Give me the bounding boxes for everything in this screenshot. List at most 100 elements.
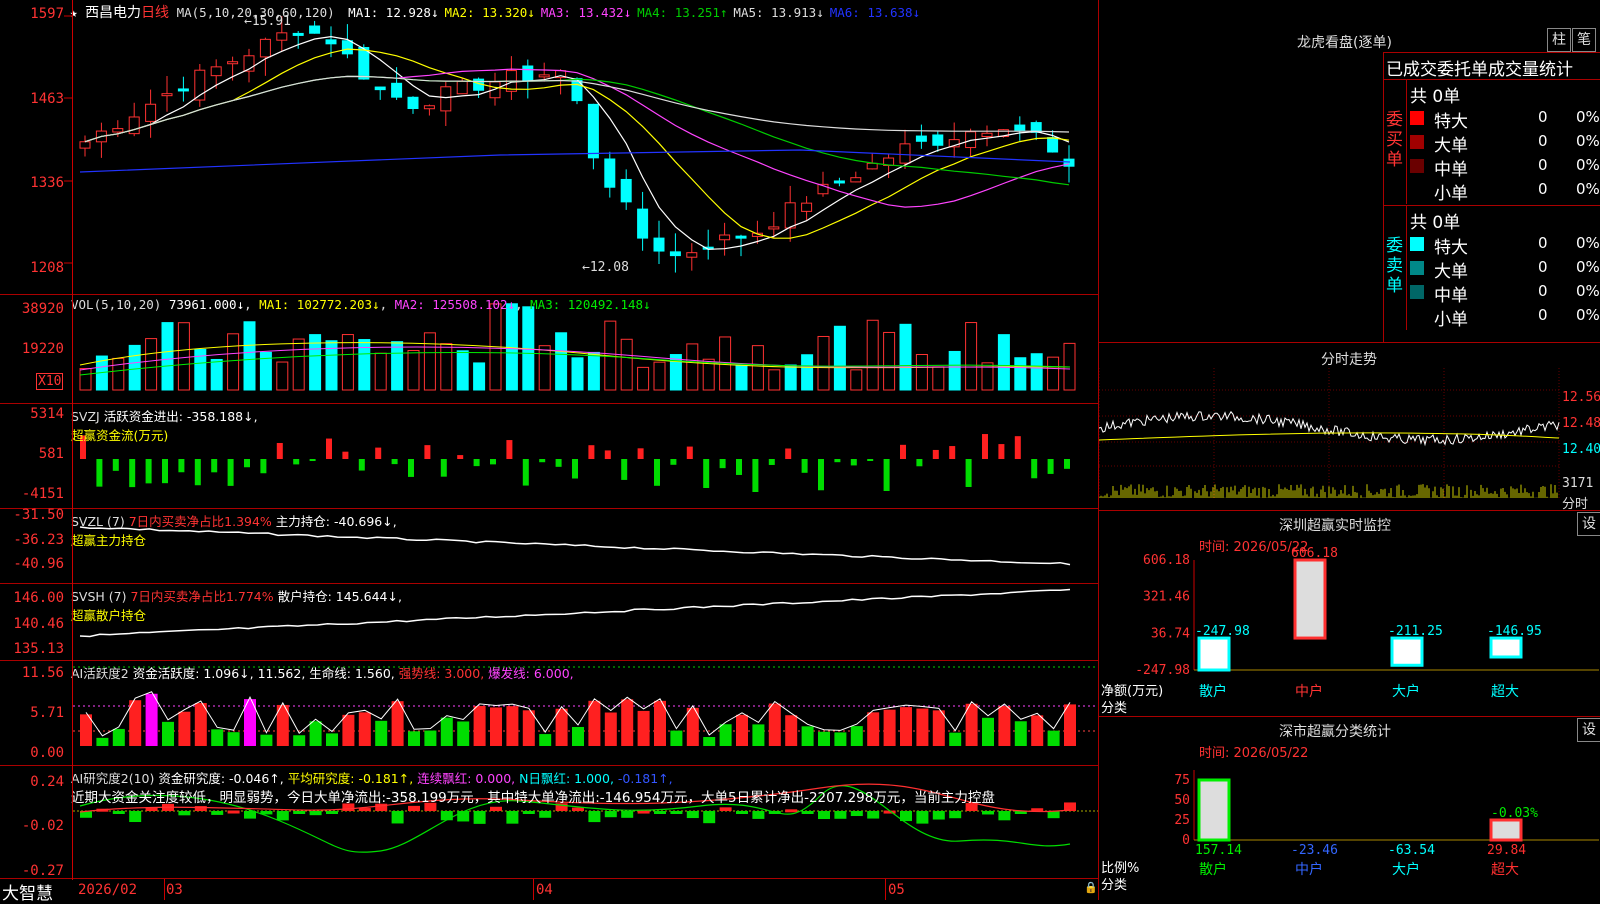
activity-bar: [375, 720, 388, 746]
volume-bar: [1047, 356, 1060, 391]
szcy-category-label: 中户: [1295, 683, 1323, 700]
research-bar: [244, 811, 256, 819]
period-label: 日线: [141, 5, 170, 21]
volume-bar: [374, 352, 387, 391]
buy-row: 小单 0 0%: [1408, 179, 1600, 204]
flow-bar: [178, 459, 185, 473]
left-axis-line: [72, 0, 73, 880]
volume-bar: [637, 366, 650, 391]
szcy-value-label: 606.18: [1291, 546, 1338, 561]
sell-row: 小单 0 0%: [1408, 305, 1600, 330]
buy-swatch: [1410, 159, 1424, 173]
activity-bar: [178, 711, 191, 746]
ma-value-4: MA4: 13.251↑: [637, 5, 728, 20]
activity-bar: [752, 724, 765, 746]
tick-view-button[interactable]: 笔: [1572, 28, 1596, 52]
flow-bar: [703, 459, 710, 488]
flow-bar: [801, 459, 808, 473]
candle-body: [522, 65, 534, 82]
research-bar: [670, 811, 683, 814]
flow-bar: [785, 448, 792, 459]
flow-bar: [818, 459, 824, 491]
activity-bar: [703, 737, 716, 746]
volume-bar: [407, 349, 420, 391]
candle-body: [161, 93, 173, 97]
svzj-header: SVZJ 活跃资金进出: -358.188↓, 超赢资金流(万元): [71, 406, 258, 444]
svsh-pane[interactable]: SVSH (7) 7日内买卖净占比1.774% 散户持仓: 145.644↓, …: [0, 584, 1098, 661]
date-sep-2: [533, 879, 534, 900]
buy-swatch: [1410, 111, 1424, 125]
candle-body: [227, 61, 239, 65]
candle-body: [374, 86, 386, 91]
research-bar: [440, 811, 453, 821]
sell-swatch: [1410, 285, 1424, 299]
scfl-y-tick-label: 75: [1174, 773, 1190, 788]
candle-body: [669, 251, 681, 257]
activity-bar: [162, 721, 174, 746]
candle-body: [210, 66, 222, 77]
lock-icon[interactable]: 🔒: [1084, 881, 1098, 894]
volume-bar: [915, 354, 928, 391]
activity-bar: [194, 703, 207, 746]
flow-bar: [900, 444, 906, 459]
svzl-header: SVZL (7) 7日内买卖净占比1.394% 主力持仓: -40.696↓, …: [71, 511, 397, 549]
date-bar: 大智慧 2026/02 03 04 05 🔒: [0, 879, 1098, 904]
ma-value-2: MA2: 13.320↓: [444, 5, 535, 20]
candle-body: [407, 96, 419, 110]
ma-value-6: MA6: 13.638↓: [829, 5, 921, 20]
fenshi-y-3: 12.40: [1562, 442, 1600, 457]
buy-count: 0: [1538, 132, 1548, 150]
vol-ma1: MA1: 102772.203↓: [259, 297, 380, 312]
research-bar: [506, 811, 519, 824]
sell-total: 共 0单: [1410, 213, 1461, 233]
svzl-y-2: -36.23: [13, 532, 64, 548]
sell-row: 大单 0 0%: [1408, 257, 1600, 282]
flow-bar: [965, 459, 972, 487]
kline-pane[interactable]: ★ 西昌电力日线 MA(5,10,20,30,60,120) MA1: 12.9…: [0, 0, 1098, 295]
sell-name: 中单: [1434, 286, 1468, 306]
flow-bar: [654, 459, 660, 486]
research-bar: [834, 811, 847, 819]
ai-activity-pane[interactable]: AI活跃度2 资金活跃度: 1.096↓, 11.562, 生命线: 1.560…: [0, 661, 1098, 766]
y-label-4: 1208: [30, 260, 64, 276]
scfl-category-label: 大户: [1392, 861, 1420, 878]
flow-bar: [244, 459, 250, 468]
research-bar: [473, 811, 486, 824]
activity-bar: [867, 712, 880, 746]
research-bar: [932, 811, 945, 820]
research-bar: [867, 811, 880, 819]
ai2-title: AI研究度2(10): [71, 771, 155, 786]
svzl-y-1: -31.50: [13, 507, 64, 523]
activity-bar: [916, 708, 929, 746]
research-bar: [752, 811, 765, 819]
szcy-bar: [1293, 558, 1327, 640]
volume-pane[interactable]: VOL(5,10,20) 73961.000↓, MA1: 102772.203…: [0, 295, 1098, 404]
flow-bar: [375, 447, 382, 459]
ai-research-pane[interactable]: AI研究度2(10) 资金研究度: -0.046↑, 平均研究度: -0.181…: [0, 766, 1098, 879]
volume-bar: [276, 361, 289, 391]
flow-bar: [982, 434, 988, 459]
scfl-chart: 75 50 25 0 157.14 散户 -23.46 中户 -63.54 大户 29.84 超大 -0…: [1174, 770, 1599, 878]
column-view-button[interactable]: 柱: [1547, 28, 1571, 52]
scfl-y-tick-label: 50: [1174, 793, 1190, 808]
flow-bar: [391, 459, 398, 465]
buy-swatch: [1410, 135, 1424, 149]
vol-y-2: 19220: [21, 341, 64, 357]
svzl-pane[interactable]: SVZL (7) 7日内买卖净占比1.394% 主力持仓: -40.696↓, …: [0, 507, 1098, 584]
volume-bar: [768, 369, 781, 391]
flow-bar: [916, 459, 923, 467]
volume-bar: [997, 334, 1010, 391]
flow-bar: [604, 450, 611, 459]
research-bar: [309, 811, 322, 816]
sell-row: 中单 0 0%: [1408, 281, 1600, 306]
volume-bar: [112, 357, 125, 391]
ai1-y-2: 5.71: [30, 705, 64, 721]
szcy-y-tick-label: 36.74: [1151, 626, 1190, 641]
svzj-pane[interactable]: SVZJ 活跃资金进出: -358.188↓, 超赢资金流(万元) 5314 5…: [0, 404, 1098, 509]
fenshi-chart[interactable]: [1099, 368, 1600, 508]
vol-ma3: MA3: 120492.148↓: [530, 297, 651, 312]
szcy-value-label: -247.98: [1195, 624, 1250, 639]
sell-pct: 0%: [1576, 282, 1600, 300]
research-bar: [604, 811, 617, 818]
flow-bar: [96, 459, 103, 487]
